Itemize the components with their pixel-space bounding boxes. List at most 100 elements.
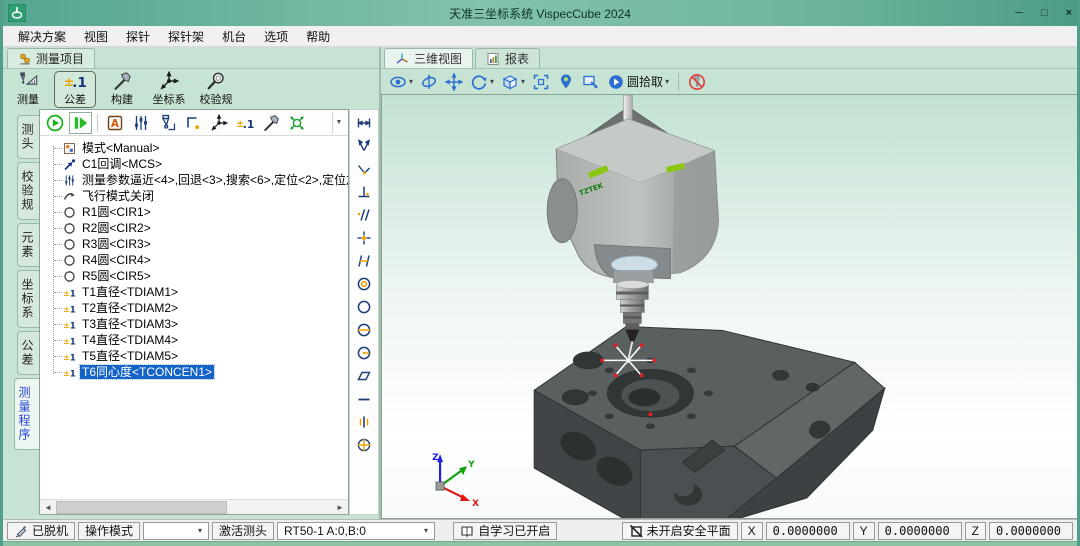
safety-plane-status[interactable]: 未开启安全平面 [622,522,738,540]
category-csys-button[interactable]: 坐标系 [148,71,190,108]
tab-report[interactable]: 报表 [475,48,540,68]
gdt-angle-button[interactable] [354,160,374,178]
coord-x-axis-label: X [741,522,763,540]
tab-view3d[interactable]: 三维视图 [384,48,473,68]
side-tab-element[interactable]: 元素 [17,223,39,267]
menu-probe[interactable]: 探针 [117,26,159,47]
menu-solution[interactable]: 解决方案 [9,26,75,47]
tree-horizontal-scrollbar[interactable]: ◄ ► [40,499,348,514]
chevron-down-icon[interactable]: ▾ [665,77,669,86]
program-tolerance-button[interactable]: ±.1 [233,112,256,134]
gdt-straightness-button[interactable] [354,390,374,408]
tree-toolbar-overflow-button[interactable]: ▼ [332,112,345,134]
minimize-button[interactable]: ─ [1015,8,1023,19]
tree-item-11[interactable]: ±1T2直径<TDIAM2> [46,300,348,316]
gdt-runout-button[interactable] [354,344,374,362]
tree-item-13[interactable]: ±1T4直径<TDIAM4> [46,332,348,348]
active-probe-dropdown[interactable]: RT50-1 A:0,B:0▾ [277,522,435,540]
gdt-angularity-button[interactable] [354,252,374,270]
tree-item-14[interactable]: ±1T5直径<TDIAM5> [46,348,348,364]
gdt-symmetry-button[interactable] [354,413,374,431]
menu-help[interactable]: 帮助 [297,26,339,47]
tree-item-1[interactable]: 模式<Manual> [46,140,348,156]
chevron-down-icon[interactable]: ▾ [521,77,525,86]
view-zoom-window-button[interactable] [582,73,600,91]
side-tab-probe[interactable]: 测头 [17,115,39,159]
tree-item-7[interactable]: R3圆<CIR3> [46,236,348,252]
status-bar: 已脱机操作模式▾激活测头RT50-1 A:0,B:0▾自学习已开启未开启安全平面… [3,519,1077,541]
side-tab-tolerance[interactable]: 公差 [17,331,39,375]
view-circle-pick-button[interactable]: 圆拾取▾ [607,73,669,91]
scrollbar-thumb[interactable] [56,501,227,514]
view-probe-display-off-button[interactable] [688,73,706,91]
category-measure-button[interactable]: 测量 [7,71,49,108]
chevron-down-icon[interactable]: ▾ [490,77,494,86]
side-tab-csys[interactable]: 坐标系 [17,270,39,328]
view-zoom-fit-button[interactable] [532,73,550,91]
program-csys-button[interactable] [207,112,230,134]
gdt-angle-v-button[interactable] [354,137,374,155]
category-tolerance-button[interactable]: ±.1公差 [54,71,96,108]
tree-item-2[interactable]: C1回调<MCS> [46,156,348,172]
chevron-down-icon[interactable]: ▾ [409,77,413,86]
scroll-left-icon[interactable]: ◄ [41,501,55,514]
menu-view[interactable]: 视图 [75,26,117,47]
self-learn-toggle[interactable]: 自学习已开启 [453,522,557,540]
gdt-roundness-button[interactable] [354,298,374,316]
tab-measure-project[interactable]: 测量项目 [7,48,95,68]
gdt-perpendicularity-button[interactable] [354,183,374,201]
tree-item-15[interactable]: ±1T6同心度<TCONCEN1> [46,364,348,380]
menu-machine[interactable]: 机台 [213,26,255,47]
gdt-concentricity-button[interactable] [354,275,374,293]
scrollbar-track[interactable] [56,501,332,514]
program-fly-mode-button[interactable] [181,112,204,134]
program-label-button[interactable]: A [103,112,126,134]
gdt-position-cross-button[interactable] [354,436,374,454]
view-rotate-button[interactable]: ▾ [470,73,494,91]
program-measure-params-button[interactable] [129,112,152,134]
program-construct-button[interactable] [259,112,282,134]
close-button[interactable]: × [1066,8,1072,19]
chevron-down-icon[interactable]: ▾ [192,526,202,535]
gdt-position-button[interactable] [354,229,374,247]
chevron-down-icon[interactable]: ▾ [418,526,428,535]
active-probe-label: 激活测头 [212,522,274,540]
svg-text:1: 1 [70,352,76,362]
category-construct-button[interactable]: 构建 [101,71,143,108]
program-probe-button[interactable] [155,112,178,134]
tree-item-label: 飞行模式关闭 [80,189,156,203]
tree-item-10[interactable]: ±1T1直径<TDIAM1> [46,284,348,300]
circle-o-icon [63,206,76,219]
viewport-3d[interactable]: TZTEK [381,94,1077,519]
view-pan-button[interactable] [445,73,463,91]
view-visibility-button[interactable]: ▾ [389,73,413,91]
gdt-flatness-button[interactable] [354,367,374,385]
tree-item-6[interactable]: R2圆<CIR2> [46,220,348,236]
side-tab-program[interactable]: 测量程序 [14,378,39,450]
view-view-cube-button[interactable]: ▾ [501,73,525,91]
program-element-button[interactable] [285,112,308,134]
view-locate-button[interactable] [557,73,575,91]
program-step-run-button[interactable] [69,112,92,134]
menu-probe-rack[interactable]: 探针架 [159,26,213,47]
cube-icon [501,73,519,91]
tree-item-9[interactable]: R5圆<CIR5> [46,268,348,284]
maximize-button[interactable]: □ [1041,8,1048,19]
scene-3d[interactable]: TZTEK [382,95,1077,518]
tree-item-12[interactable]: ±1T3直径<TDIAM3> [46,316,348,332]
tree-item-4[interactable]: 飞行模式关闭 [46,188,348,204]
gdt-symmetry-circle-button[interactable] [354,321,374,339]
category-gauge-button[interactable]: 校验规 [195,71,237,108]
program-run-button[interactable] [43,112,66,134]
gdt-parallelism-button[interactable] [354,206,374,224]
tol-xs-icon: ±1 [63,303,76,314]
side-tab-gauge[interactable]: 校验规 [17,162,39,220]
op-mode-dropdown[interactable]: ▾ [143,522,209,540]
tree-item-5[interactable]: R1圆<CIR1> [46,204,348,220]
tree-item-3[interactable]: 测量参数逼近<4>,回退<3>,搜索<6>,定位<2>,定位加<2>,测 [46,172,348,188]
view-orbit-button[interactable] [420,73,438,91]
gdt-distance-button[interactable] [354,114,374,132]
scroll-right-icon[interactable]: ► [333,501,347,514]
tree-item-8[interactable]: R4圆<CIR4> [46,252,348,268]
menu-options[interactable]: 选项 [255,26,297,47]
